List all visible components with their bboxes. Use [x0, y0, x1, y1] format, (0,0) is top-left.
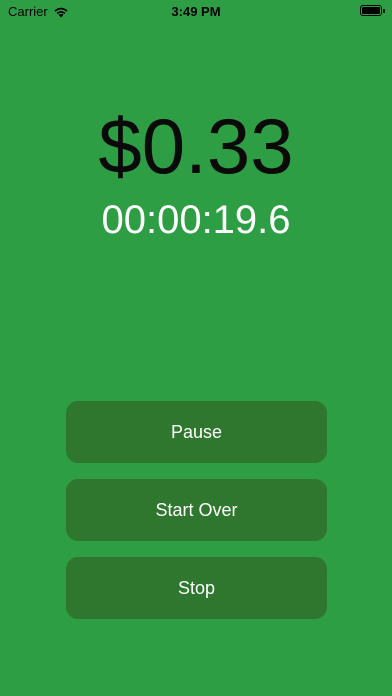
cost-amount: $0.33 — [98, 102, 294, 190]
elapsed-timer: 00:00:19.6 — [101, 198, 291, 242]
battery-cap — [383, 8, 385, 13]
battery-icon — [360, 5, 385, 16]
status-time: 3:49 PM — [171, 4, 221, 19]
start-over-button[interactable]: Start Over — [66, 479, 327, 541]
status-bar: Carrier 3:49 PM — [0, 0, 392, 24]
stop-button[interactable]: Stop — [66, 557, 327, 619]
battery-level — [362, 7, 380, 14]
pause-button[interactable]: Pause — [66, 401, 327, 463]
